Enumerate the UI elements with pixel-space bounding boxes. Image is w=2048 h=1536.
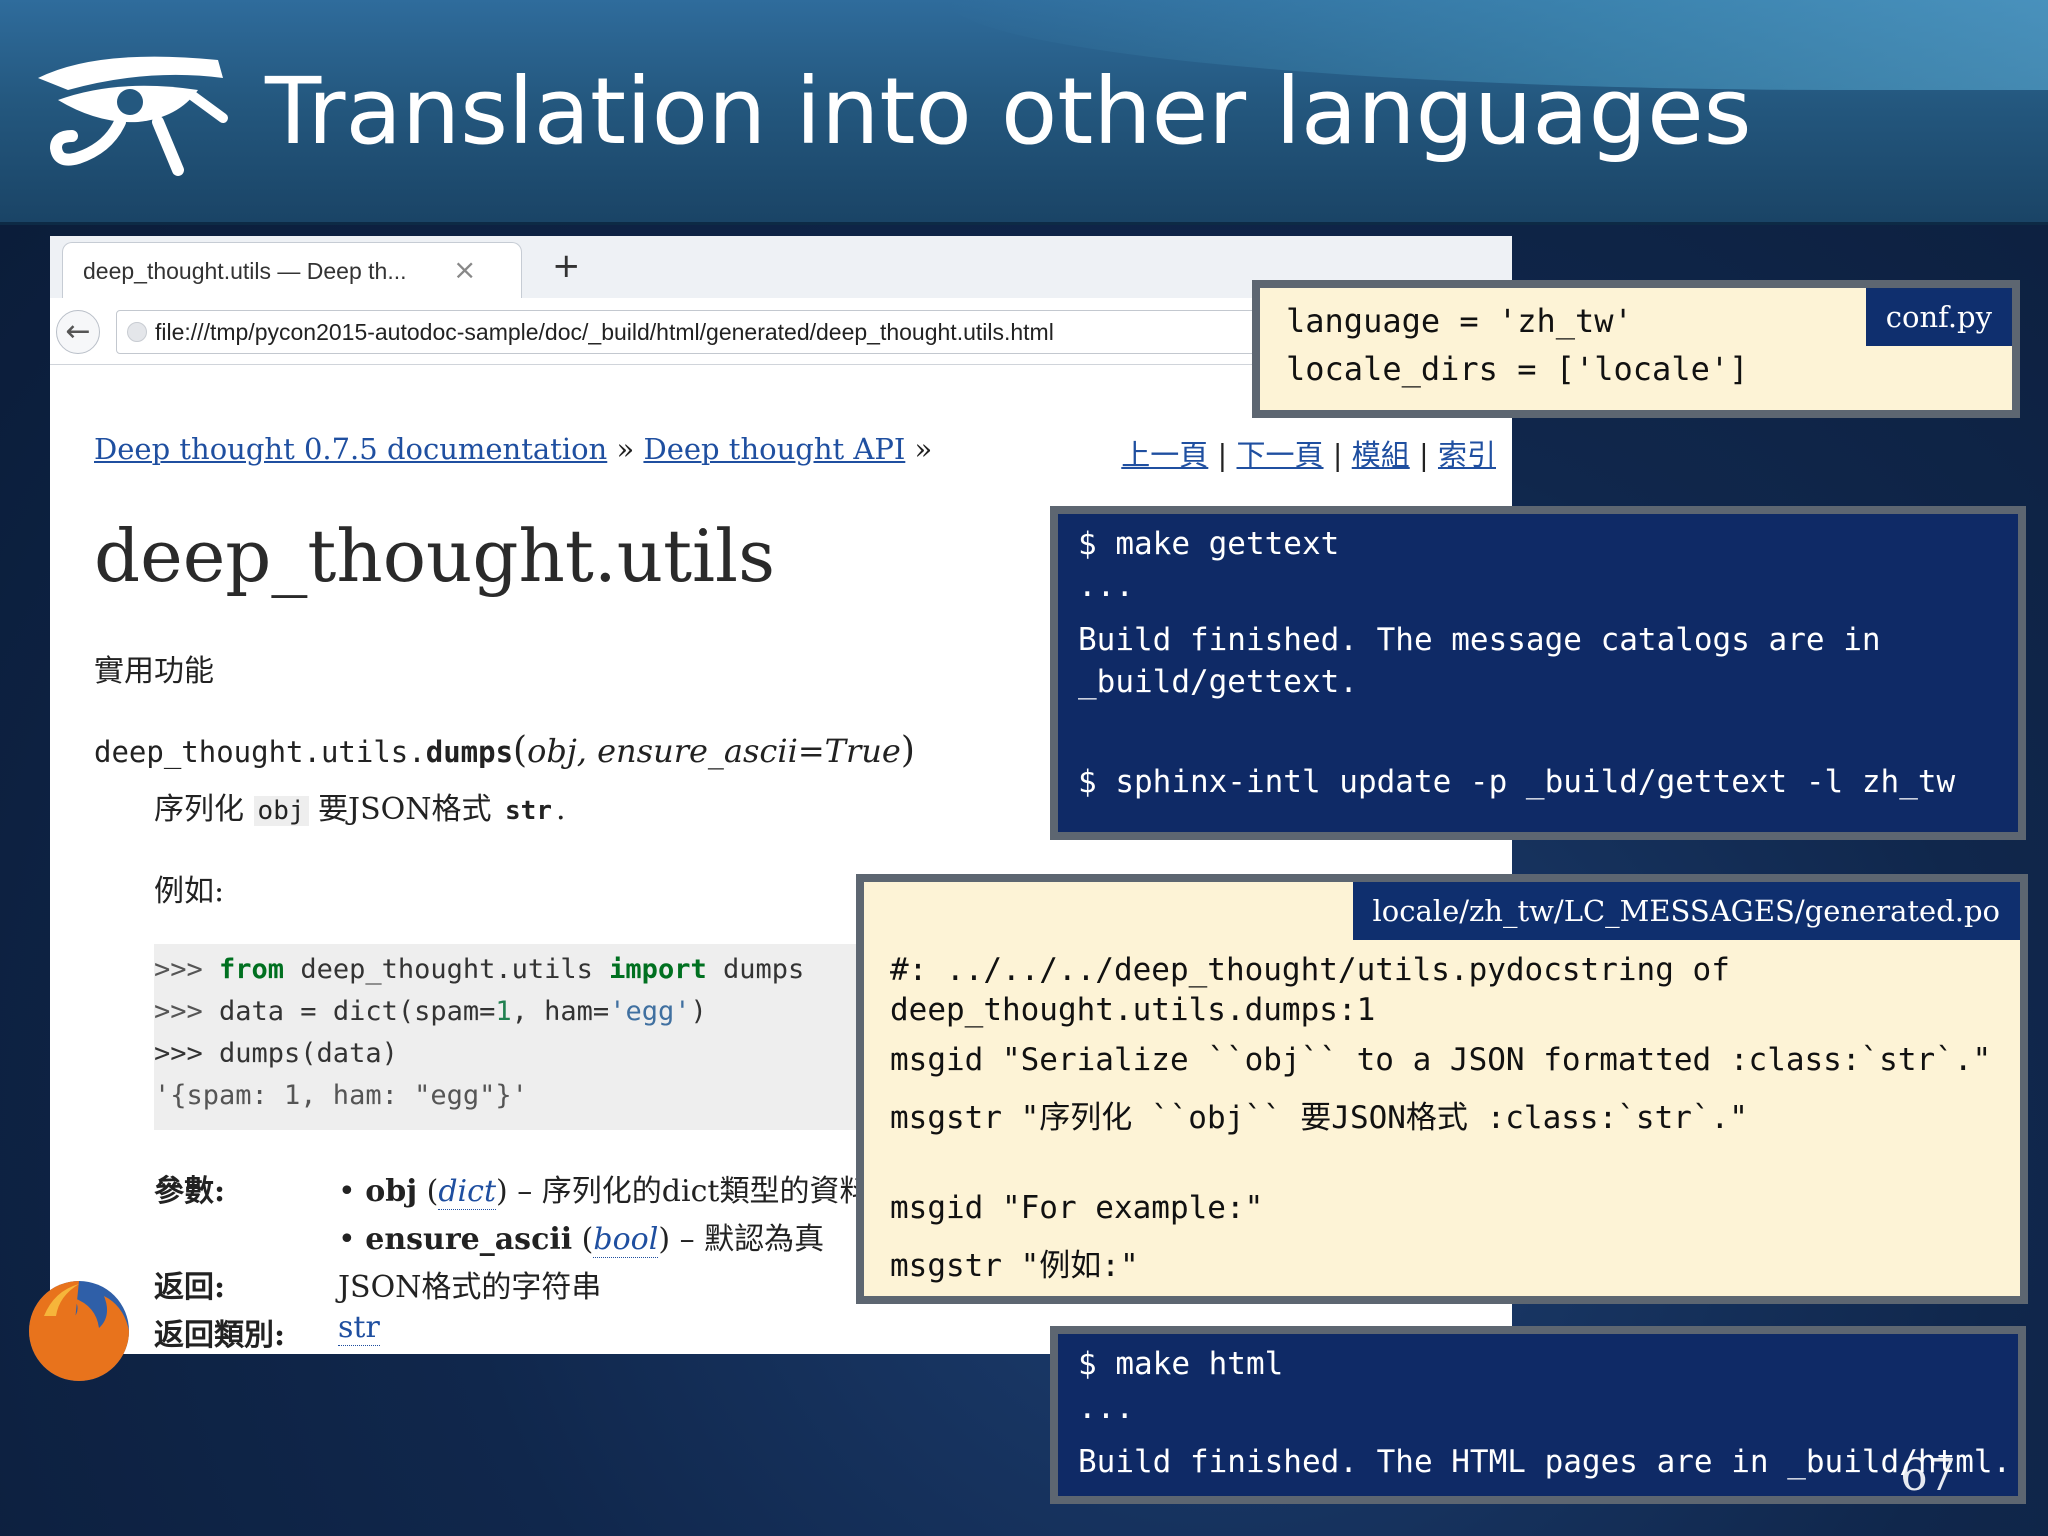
tab-title: deep_thought.utils — Deep th... [83,258,407,284]
code-text: dumps [706,954,805,985]
param-name: obj [365,1174,418,1209]
param-description: – 默認為真 [670,1222,825,1257]
code-line: >>> dumps(data) [154,1038,398,1069]
terminal-line: Build finished. The HTML pages are in _b… [1078,1444,2012,1480]
eye-of-horus-icon [38,56,228,176]
relnav-separator: | [1208,438,1237,472]
desc-code-obj: obj [253,796,309,826]
code-prompt: >>> [154,954,220,985]
html-terminal-box: $ make html ... Build finished. The HTML… [1050,1326,2026,1504]
tab-close-icon[interactable]: × [453,253,476,286]
breadcrumb-api-link[interactable]: Deep thought API [643,432,905,466]
firefox-icon [29,1281,129,1381]
function-close-paren: ) [900,730,915,771]
code-text: deep_thought.utils [284,954,610,985]
function-signature: deep_thought.utils.dumps(obj, ensure_asc… [94,730,915,771]
related-nav: 上一頁 | 下一頁 | 模組 | 索引 [1121,432,1496,474]
function-prefix: deep_thought.utils. [94,735,426,769]
param-type-link[interactable]: bool [593,1222,659,1258]
po-file-box: locale/zh_tw/LC_MESSAGES/generated.po #:… [856,874,2028,1304]
back-button[interactable]: ← [56,310,100,354]
new-tab-button[interactable]: + [552,246,581,286]
browser-tab[interactable]: deep_thought.utils — Deep th... × [62,242,522,298]
code-text: data = dict(spam= [219,996,496,1027]
conf-file-tag: conf.py [1865,288,2012,346]
code-keyword: import [609,954,707,985]
code-text: , ham= [511,996,610,1027]
modules-link[interactable]: 模組 [1352,438,1410,472]
po-line: msgstr "序列化 ``obj`` 要JSON格式 :class:`str`… [890,1100,1748,1136]
code-string: 'egg' [609,996,691,1027]
index-link[interactable]: 索引 [1438,438,1496,472]
desc-code-str: str [505,796,552,826]
returns-label: 返回: [154,1270,226,1305]
breadcrumb-separator: » [905,432,933,466]
desc-text: 序列化 [154,792,254,827]
return-type-value: str [338,1310,380,1346]
desc-text: 要JSON格式 [308,792,502,827]
po-file-tag: locale/zh_tw/LC_MESSAGES/generated.po [1352,882,2020,940]
slide-title: Translation into other languages [265,58,1752,165]
module-title: deep_thought.utils [94,514,776,598]
return-type-label: 返回類別: [154,1318,286,1353]
terminal-line: $ make html [1078,1346,1284,1382]
params-label: 參數: [154,1174,226,1209]
breadcrumb-separator: » [607,432,644,466]
param-item: • obj (dict) – 序列化的dict類型的資料 [338,1174,870,1210]
po-line: msgid "For example:" [890,1190,1264,1226]
terminal-line: ... [1078,568,1134,604]
next-page-link[interactable]: 下一頁 [1237,438,1324,472]
po-line: deep_thought.utils.dumps:1 [890,992,1376,1028]
terminal-line: Build finished. The message catalogs are… [1078,622,1881,658]
conf-line: locale_dirs = ['locale'] [1286,350,1749,388]
code-example: >>> from deep_thought.utils import dumps… [154,944,974,1130]
po-line: msgstr "例如:" [890,1248,1139,1284]
code-number: 1 [495,996,512,1027]
function-params: obj, ensure_ascii=True [527,732,901,770]
terminal-line: ... [1078,1390,1134,1426]
slide-number: 67 [1900,1450,1956,1501]
function-description: 序列化 obj 要JSON格式 str. [154,784,566,828]
code-output: '{spam: 1, ham: "egg"}' [154,1080,528,1111]
return-type-link[interactable]: str [338,1310,380,1346]
terminal-line: $ make gettext [1078,526,1340,562]
function-open-paren: ( [513,730,528,771]
relnav-separator: | [1323,438,1352,472]
gettext-terminal-box: $ make gettext ... Build finished. The m… [1050,506,2026,840]
code-line: >>> from deep_thought.utils import dumps [154,954,804,985]
address-bar[interactable]: file:///tmp/pycon2015-autodoc-sample/doc… [116,310,1416,354]
code-prompt: >>> [154,996,220,1027]
param-type-link[interactable]: dict [438,1174,496,1210]
po-line: #: ../../../deep_thought/utils.pydocstri… [890,952,1730,988]
param-description: – 序列化的dict類型的資料 [507,1174,870,1209]
terminal-line: $ sphinx-intl update -p _build/gettext -… [1078,764,1956,800]
conf-py-box: language = 'zh_tw' locale_dirs = ['local… [1252,280,2020,418]
code-line: >>> data = dict(spam=1, ham='egg') [154,996,707,1027]
code-text: ) [690,996,707,1027]
globe-icon [127,322,147,342]
breadcrumb: Deep thought 0.7.5 documentation » Deep … [94,432,932,466]
po-line: msgid "Serialize ``obj`` to a JSON forma… [890,1042,1992,1078]
terminal-line: _build/gettext. [1078,664,1358,700]
relnav-separator: | [1409,438,1438,472]
example-label: 例如: [154,874,225,909]
url-text: file:///tmp/pycon2015-autodoc-sample/doc… [155,319,1054,345]
function-name: dumps [425,735,514,769]
param-name: ensure_ascii [365,1222,573,1257]
code-keyword: from [219,954,285,985]
conf-line: language = 'zh_tw' [1286,302,1633,340]
desc-text: . [555,792,566,827]
bullet: • [338,1174,356,1209]
bullet: • [338,1222,356,1257]
module-description: 實用功能 [94,654,214,689]
param-item: • ensure_ascii (bool) – 默認為真 [338,1222,825,1258]
breadcrumb-docs-link[interactable]: Deep thought 0.7.5 documentation [94,432,607,466]
returns-value: JSON格式的字符串 [338,1270,602,1305]
prev-page-link[interactable]: 上一頁 [1121,438,1208,472]
